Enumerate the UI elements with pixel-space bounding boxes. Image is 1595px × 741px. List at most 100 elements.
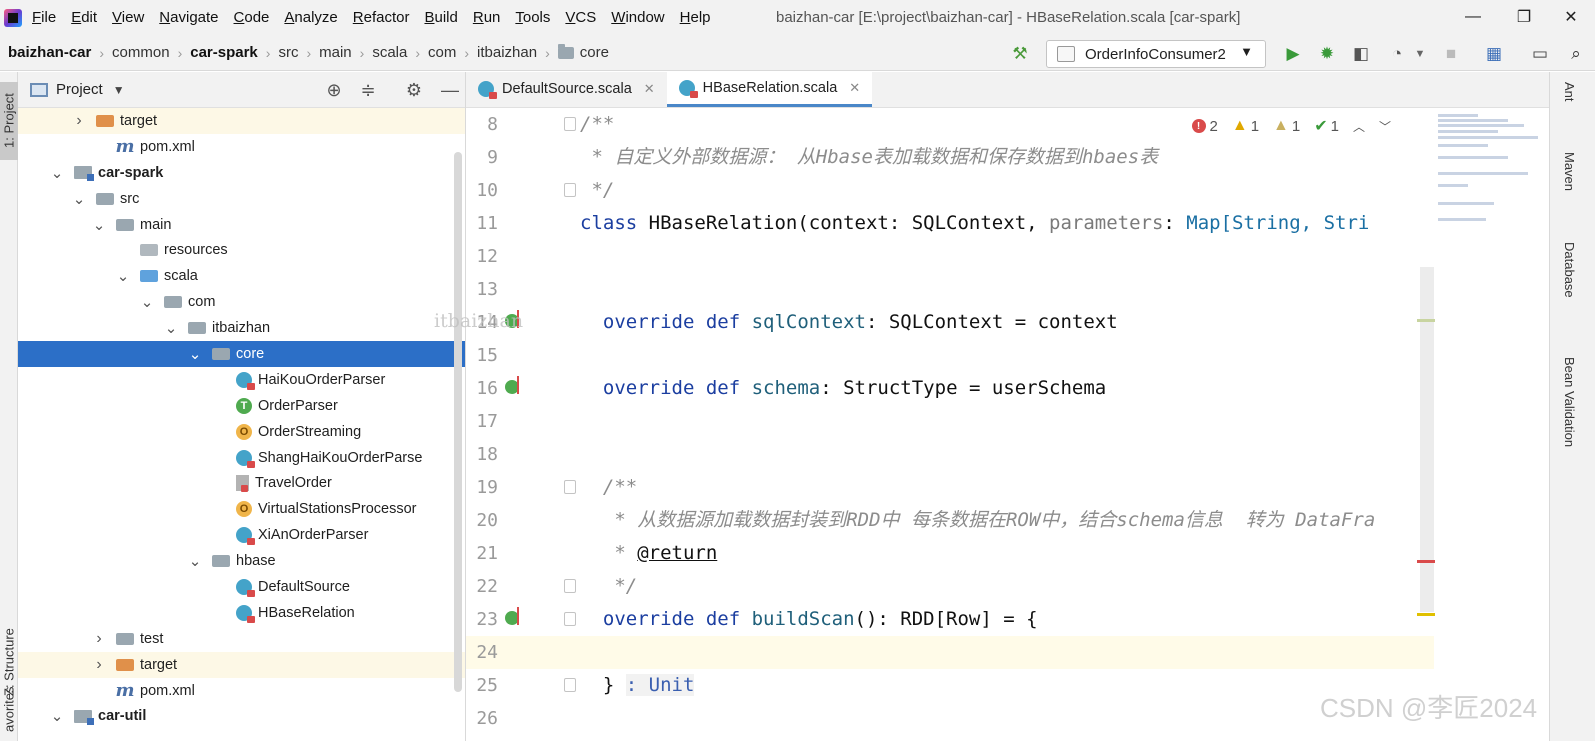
code-line[interactable]: 17 xyxy=(466,405,1434,438)
tree-node[interactable]: ⌄ main xyxy=(18,212,465,238)
code-line[interactable]: 21 * @return xyxy=(466,537,1434,570)
code-line[interactable]: 22 */ xyxy=(466,570,1434,603)
code-area[interactable]: 8 /** 9 * 自定义外部数据源： 从Hbase表加载数据和保存数据到hbaes… xyxy=(466,108,1549,741)
tool-tab-bean-validation[interactable]: Bean Validation xyxy=(1562,357,1577,447)
code-line[interactable]: 19 /** xyxy=(466,471,1434,504)
tree-node[interactable]: ›mpom.xml xyxy=(18,678,465,704)
gear-icon[interactable]: ⚙ xyxy=(402,78,426,102)
warning-mark[interactable] xyxy=(1417,613,1435,616)
breadcrumb-item[interactable]: com xyxy=(428,44,456,61)
errors-count[interactable]: ! 2 xyxy=(1191,118,1218,135)
tree-node[interactable]: ›HBaseRelation xyxy=(18,600,465,626)
tree-node[interactable]: › target xyxy=(18,651,465,678)
chevron-down-icon[interactable]: ⌄ xyxy=(72,190,86,208)
fold-marker-icon[interactable] xyxy=(564,579,576,593)
collapse-all-icon[interactable]: ≑ xyxy=(356,78,380,102)
error-mark[interactable] xyxy=(1417,560,1435,563)
menu-view[interactable]: View xyxy=(112,9,144,26)
code-line[interactable]: 20 * 从数据源加载数据封装到RDD中 每条数据在ROW中，结合schema信… xyxy=(466,504,1434,537)
code-line[interactable]: 18 xyxy=(466,438,1434,471)
menu-run[interactable]: Run xyxy=(473,9,501,26)
tree-node[interactable]: ›OVirtualStationsProcessor xyxy=(18,496,465,522)
breadcrumb-item[interactable]: core xyxy=(557,43,609,61)
chevron-right-icon[interactable]: › xyxy=(92,656,106,674)
restore-icon[interactable]: ❐ xyxy=(1510,4,1538,30)
tree-node[interactable]: ⌄ hbase xyxy=(18,548,465,574)
menu-build[interactable]: Build xyxy=(424,9,457,26)
close-tab-icon[interactable]: ✕ xyxy=(849,80,860,96)
tree-node[interactable]: ⌄ com xyxy=(18,289,465,315)
menu-code[interactable]: Code xyxy=(234,9,270,26)
chevron-down-icon[interactable]: ⌄ xyxy=(164,319,178,337)
coverage-icon[interactable]: ◧ xyxy=(1349,42,1373,66)
menu-help[interactable]: Help xyxy=(680,9,711,26)
previous-highlight-icon[interactable]: ︿ xyxy=(1353,118,1365,135)
code-line[interactable]: 15 xyxy=(466,339,1434,372)
tool-tab-ant[interactable]: Ant xyxy=(1562,82,1577,102)
menu-navigate[interactable]: Navigate xyxy=(159,9,218,26)
breadcrumb-item[interactable]: car-spark xyxy=(190,44,258,61)
breadcrumb-item[interactable]: itbaizhan xyxy=(477,44,537,61)
chevron-down-icon[interactable]: ⌄ xyxy=(140,293,154,311)
tree-node[interactable]: ›XiAnOrderParser xyxy=(18,522,465,548)
menu-vcs[interactable]: VCS xyxy=(565,9,596,26)
hammer-icon[interactable]: ⚒ xyxy=(1008,42,1032,66)
terminal-icon[interactable]: ▭ xyxy=(1528,42,1552,66)
minimap[interactable] xyxy=(1436,110,1544,738)
chevron-down-icon[interactable]: ⌄ xyxy=(188,345,202,363)
code-line[interactable]: 25 } : Unit xyxy=(466,669,1434,702)
tool-tab-favorites[interactable]: avorites xyxy=(0,677,18,741)
fold-marker-icon[interactable] xyxy=(564,183,576,197)
editor-tab[interactable]: DefaultSource.scala ✕ xyxy=(466,71,667,107)
code-line[interactable]: 12 xyxy=(466,240,1434,273)
code-line[interactable]: 24 xyxy=(466,636,1434,669)
code-line[interactable]: 11 class HBaseRelation(context: SQLContex… xyxy=(466,207,1434,240)
code-line[interactable]: 26 xyxy=(466,702,1434,735)
menu-file[interactable]: File xyxy=(32,9,56,26)
close-tab-icon[interactable]: ✕ xyxy=(644,81,655,97)
chevron-right-icon[interactable]: › xyxy=(72,112,86,130)
menu-analyze[interactable]: Analyze xyxy=(284,9,337,26)
chevron-down-icon[interactable]: ▼ xyxy=(113,83,125,97)
tree-node[interactable]: ›OOrderStreaming xyxy=(18,419,465,445)
tree-node[interactable]: ›resources xyxy=(18,237,465,263)
code-line[interactable]: 16 override def schema: StructType = use… xyxy=(466,372,1434,405)
typos-count[interactable]: ✔ 1 xyxy=(1314,116,1339,136)
tool-tab-maven[interactable]: Maven xyxy=(1562,152,1577,191)
profile-dropdown-icon[interactable]: ▼ xyxy=(1408,42,1432,66)
hide-panel-icon[interactable]: — xyxy=(438,78,462,102)
tree-node[interactable]: ⌄ core xyxy=(18,341,465,367)
search-everywhere-icon[interactable]: ⌕ xyxy=(1564,42,1588,66)
tree-node[interactable]: ›ShangHaiKouOrderParse xyxy=(18,445,465,471)
code-line[interactable]: 13 xyxy=(466,273,1434,306)
breadcrumb-item[interactable]: scala xyxy=(372,44,407,61)
minimize-icon[interactable]: — xyxy=(1459,4,1487,30)
chevron-down-icon[interactable]: ⌄ xyxy=(188,552,202,570)
run-configuration-select[interactable]: OrderInfoConsumer2 ▼ xyxy=(1046,40,1266,68)
fold-marker-icon[interactable] xyxy=(564,612,576,626)
chevron-down-icon[interactable]: ⌄ xyxy=(92,216,106,234)
code-line[interactable]: 10 */ xyxy=(466,174,1434,207)
tree-node[interactable]: ›TravelOrder xyxy=(18,470,465,496)
fold-marker-icon[interactable] xyxy=(564,480,576,494)
project-structure-icon[interactable]: ▦ xyxy=(1482,42,1506,66)
override-marker-icon[interactable] xyxy=(505,607,519,625)
tree-node[interactable]: ›DefaultSource xyxy=(18,574,465,600)
tree-node[interactable]: ›HaiKouOrderParser xyxy=(18,367,465,393)
weak-warnings-count[interactable]: ▲ 1 xyxy=(1273,117,1300,135)
override-marker-icon[interactable] xyxy=(505,376,519,394)
scroll-mark[interactable] xyxy=(1417,319,1435,322)
code-line[interactable]: 14 override def sqlContext: SQLContext =… xyxy=(466,306,1434,339)
breadcrumb-item[interactable]: main xyxy=(319,44,352,61)
fold-marker-icon[interactable] xyxy=(564,117,576,131)
tree-node[interactable]: ›mpom.xml xyxy=(18,134,465,160)
breadcrumb-item[interactable]: src xyxy=(278,44,298,61)
debug-icon[interactable]: ✹ xyxy=(1315,42,1339,66)
inspection-widget[interactable]: ! 2 ▲ 1 ▲ 1 ✔ 1 ︿ ﹀ xyxy=(1178,116,1391,136)
chevron-down-icon[interactable]: ⌄ xyxy=(50,164,64,182)
project-tree-scrollbar[interactable] xyxy=(454,152,462,692)
menu-window[interactable]: Window xyxy=(611,9,664,26)
project-panel-title[interactable]: Project xyxy=(56,81,103,98)
fold-marker-icon[interactable] xyxy=(564,678,576,692)
menu-edit[interactable]: Edit xyxy=(71,9,97,26)
